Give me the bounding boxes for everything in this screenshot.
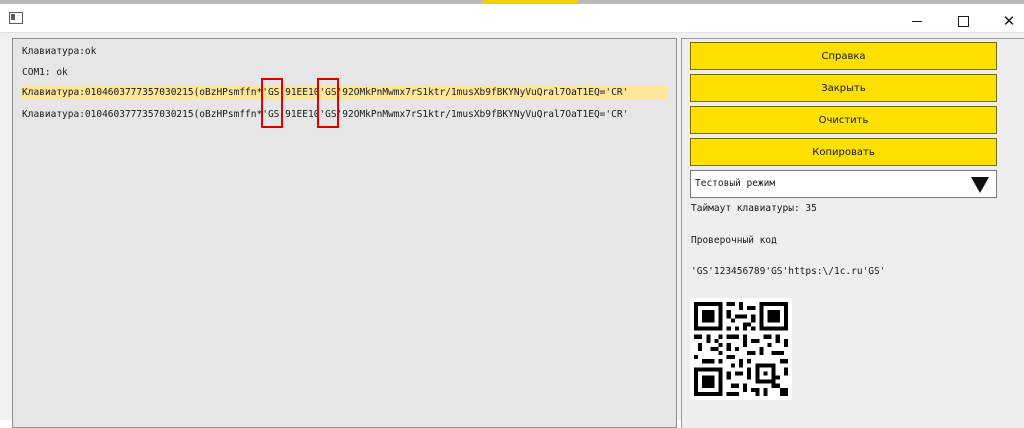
app-window-icon bbox=[9, 12, 23, 24]
log-line-keyboard-status: Клавиатура:ok bbox=[22, 46, 97, 57]
maximize-icon bbox=[957, 15, 969, 27]
qr-code-graphic bbox=[690, 298, 792, 400]
mode-select-value: Тестовый режим bbox=[695, 178, 776, 189]
verify-code-value: 'GS'123456789'GS'https:\/1c.ru'GS' bbox=[691, 266, 886, 277]
log-line-com-status: COM1: ok bbox=[22, 67, 68, 78]
title-bar: ✕ bbox=[0, 4, 1024, 33]
verify-code-label: Проверочный код bbox=[691, 235, 777, 246]
maximize-button[interactable] bbox=[940, 8, 986, 34]
qr-code-image bbox=[690, 298, 792, 400]
keyboard-timeout-label: Таймаут клавиатуры: 35 bbox=[691, 203, 817, 214]
copy-button[interactable]: Копировать bbox=[690, 138, 997, 166]
close-icon: ✕ bbox=[1002, 12, 1016, 30]
minimize-icon bbox=[912, 20, 922, 22]
gs-separator-marker-1 bbox=[261, 78, 283, 128]
help-button[interactable]: Справка bbox=[690, 42, 997, 70]
log-panel[interactable]: Клавиатура:ok COM1: ok Клавиатура:010460… bbox=[12, 38, 677, 428]
close-button[interactable]: Закрыть bbox=[690, 74, 997, 102]
chevron-down-icon[interactable] bbox=[971, 177, 989, 193]
close-window-button[interactable]: ✕ bbox=[986, 8, 1024, 34]
gs-separator-marker-2 bbox=[317, 78, 339, 128]
minimize-button[interactable] bbox=[894, 8, 940, 34]
mode-select[interactable]: Тестовый режим bbox=[690, 170, 997, 198]
clear-button[interactable]: Очистить bbox=[690, 106, 997, 134]
log-line-scan-selected[interactable]: Клавиатура:0104603777357030215(oBzHPsmff… bbox=[21, 86, 667, 99]
